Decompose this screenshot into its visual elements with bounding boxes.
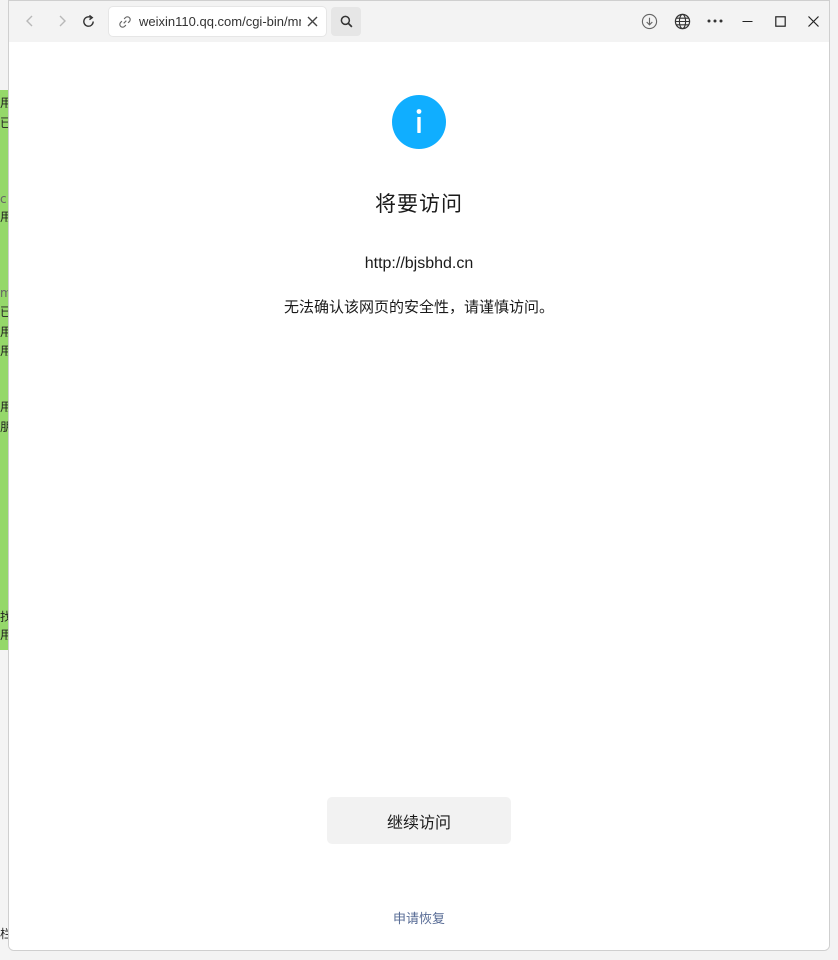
warning-message: 无法确认该网页的安全性，请谨慎访问。 (283, 298, 554, 316)
minimize-icon (742, 20, 752, 22)
chevron-left-icon (26, 15, 33, 27)
continue-visit-button[interactable]: 继续访问 (327, 797, 511, 844)
search-icon (340, 15, 352, 28)
request-restore-link[interactable]: 申请恢复 (9, 908, 829, 927)
redirect-confirm-page: 将要访问 http://bjsbhd.cn 无法确认该网页的安全性，请谨慎访问。… (9, 42, 829, 950)
target-url: http://bjsbhd.cn (364, 255, 474, 272)
maximize-button[interactable] (766, 7, 794, 35)
download-icon (641, 13, 657, 29)
close-icon (807, 15, 819, 27)
info-icon-glyph (416, 109, 422, 133)
minimize-button[interactable] (733, 7, 761, 35)
address-bar[interactable]: weixin110.qq.com/cgi-bin/mmspamsupport-b… (109, 7, 326, 36)
close-icon (307, 16, 317, 27)
browser-toolbar: weixin110.qq.com/cgi-bin/mmspamsupport-b… (9, 1, 829, 42)
clear-address-button[interactable] (301, 11, 323, 33)
download-button[interactable] (635, 7, 663, 35)
globe-icon (674, 13, 690, 29)
back-button[interactable] (16, 7, 44, 35)
address-text[interactable]: weixin110.qq.com/cgi-bin/mmspamsupport-b… (139, 14, 301, 29)
refresh-icon (82, 14, 94, 27)
browser-window: weixin110.qq.com/cgi-bin/mmspamsupport-b… (8, 0, 830, 951)
window-close-button[interactable] (799, 7, 827, 35)
more-button[interactable] (701, 7, 729, 35)
link-icon (119, 15, 131, 28)
page-title: 将要访问 (375, 192, 463, 216)
refresh-button[interactable] (74, 7, 102, 35)
forward-button[interactable] (48, 7, 76, 35)
more-icon (707, 19, 723, 23)
maximize-icon (774, 15, 786, 27)
chevron-right-icon (59, 15, 66, 27)
info-icon (392, 95, 446, 149)
globe-button[interactable] (668, 7, 696, 35)
search-button[interactable] (331, 7, 361, 36)
